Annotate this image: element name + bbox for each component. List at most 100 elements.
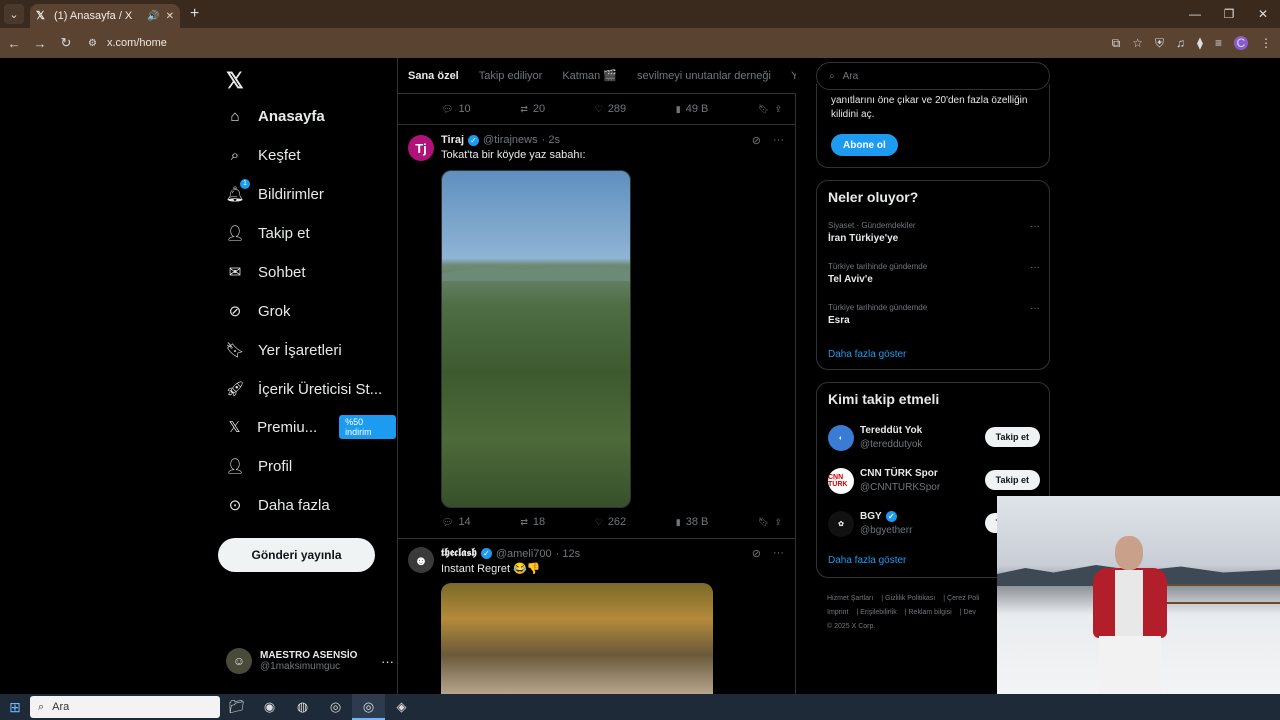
trend-more-icon[interactable]: ··· [1030, 303, 1040, 314]
site-info-icon[interactable]: ⚙ [88, 38, 97, 49]
share-icon[interactable]: ⇪ [774, 517, 782, 528]
minimize-icon[interactable]: — [1178, 0, 1212, 28]
bookmark-star-icon[interactable]: ☆ [1132, 36, 1143, 50]
extensions-puzzle-icon[interactable]: ⧫ [1197, 36, 1203, 50]
more-icon[interactable]: ··· [773, 134, 784, 147]
nav-item-notifications[interactable]: 🔔︎ 1 Bildirimler [225, 179, 324, 207]
install-app-icon[interactable]: ⧉ [1112, 36, 1121, 51]
tweet[interactable]: ☻ 𝖙𝖍𝖊𝖈𝖑𝖆𝖘𝖍 ✓ @ameli700 · 12s ⊘ ··· Insta… [398, 538, 796, 694]
footer-link[interactable]: Dev [963, 609, 975, 616]
chrome-active-icon[interactable]: ◎ [352, 694, 385, 720]
tab-close-icon[interactable]: ✕ [166, 11, 174, 22]
footer-link[interactable]: Çerez Poli [947, 595, 979, 602]
footer-link[interactable]: Gizlilik Politikası [885, 595, 935, 602]
tab-list-katman[interactable]: Katman 🎬 [562, 69, 617, 82]
grok-icon[interactable]: ⊘ [752, 134, 761, 147]
chrome-icon[interactable]: ◎ [319, 694, 352, 720]
browser-menu-icon[interactable]: ⋮ [1260, 36, 1272, 50]
address-bar[interactable]: ⚙ x.com/home [80, 31, 1200, 55]
window-close-icon[interactable]: ✕ [1246, 0, 1280, 28]
grok-icon[interactable]: ⊘ [752, 547, 761, 560]
views-button[interactable]: ▮ 38 B [676, 516, 709, 528]
tweet[interactable]: Tj Tiraj ✓ @tirajnews · 2s ⊘ ··· Tokat't… [398, 124, 796, 538]
nav-item-more[interactable]: ⊙ Daha fazla [226, 492, 330, 518]
tweet-author-name[interactable]: 𝖙𝖍𝖊𝖈𝖑𝖆𝖘𝖍 [441, 547, 477, 560]
follow-suggestion[interactable]: ◐ Tereddüt Yok @tereddutyok Takip et [828, 423, 1040, 453]
tab-search-button[interactable]: ⌄ [4, 4, 24, 24]
tweet-video[interactable] [441, 170, 631, 508]
extension-audio-icon[interactable]: ♫ [1176, 36, 1185, 50]
suggestion-avatar: CNN TÜRK [828, 468, 854, 494]
nav-item-messages[interactable]: ✉ Sohbet [226, 259, 306, 285]
nav-item-bookmarks[interactable]: 🔖︎ Yer İşaretleri [225, 337, 341, 363]
nav-item-explore[interactable]: ⌕ Keşfet [226, 142, 301, 168]
repost-button[interactable]: ⇄ 20 [520, 103, 545, 115]
bookmark-icon[interactable]: 🔖︎ [758, 517, 769, 528]
views-button[interactable]: ▮ 49 B [676, 103, 709, 115]
file-explorer-icon[interactable]: 📁︎ [220, 694, 253, 720]
follow-button[interactable]: Takip et [984, 470, 1040, 490]
reply-button[interactable]: 💬︎ 14 [442, 516, 471, 528]
trend-item[interactable]: Türkiye tarihinde gündemde Tel Aviv'e ··… [828, 262, 1040, 285]
new-tab-icon[interactable]: + [190, 5, 199, 23]
account-more-icon[interactable]: ··· [381, 654, 394, 669]
follow-button[interactable]: Takip et [984, 427, 1040, 447]
tweet-avatar[interactable]: Tj [408, 135, 434, 161]
follow-suggestion[interactable]: CNN TÜRK CNN TÜRK Spor @CNNTURKSpor Taki… [828, 466, 1040, 496]
trend-more-icon[interactable]: ··· [1030, 262, 1040, 273]
back-icon[interactable]: ← [2, 36, 26, 51]
tab-list-more[interactable]: Ya [791, 70, 796, 82]
media-queue-icon[interactable]: ≡ [1215, 36, 1222, 50]
who-show-more[interactable]: Daha fazla göster [828, 555, 906, 566]
subscribe-button[interactable]: Abone ol [831, 134, 898, 156]
nav-item-grok[interactable]: ⊘ Grok [226, 298, 291, 324]
tweet-avatar[interactable]: ☻ [408, 547, 434, 573]
more-icon[interactable]: ··· [773, 547, 784, 560]
browser-tab[interactable]: 𝕏 (1) Anasayfa / X 🔊 ✕ [30, 4, 180, 28]
tweet-author-handle[interactable]: @ameli700 [496, 548, 552, 560]
tweet-time[interactable]: · 2s [542, 134, 560, 146]
repost-button[interactable]: ⇄ 18 [520, 516, 545, 528]
trend-item[interactable]: Türkiye tarihinde gündemde Esra ··· [828, 303, 1040, 326]
trend-item[interactable]: Siyaset · Gündemdekiler İran Türkiye'ye … [828, 221, 1040, 244]
nav-item-profile[interactable]: 👤︎ Profil [225, 453, 292, 479]
footer-link[interactable]: Reklam bilgisi [909, 609, 952, 616]
footer-link[interactable]: Imprint [827, 609, 848, 616]
like-button[interactable]: ♡ 262 [595, 516, 626, 528]
nav-label: Sohbet [258, 263, 306, 281]
extension-shield-icon[interactable]: ⛨ [1155, 36, 1164, 51]
like-button[interactable]: ♡ 289 [595, 103, 626, 115]
obs-icon[interactable]: ◉ [253, 694, 286, 720]
footer-link[interactable]: Hizmet Şartları [827, 595, 873, 602]
restore-icon[interactable]: ❐ [1212, 0, 1246, 28]
footer-link[interactable]: Erişilebilirlik [860, 609, 897, 616]
tab-list-sevilmeyi[interactable]: sevilmeyi unutanlar derneği [637, 70, 771, 82]
reply-button[interactable]: 💬︎ 10 [442, 103, 471, 115]
nav-item-follow[interactable]: 👤︎ Takip et [225, 220, 309, 246]
trends-show-more[interactable]: Daha fazla göster [828, 349, 906, 360]
tweet-video[interactable] [441, 583, 713, 694]
account-switcher[interactable]: ☺ MAESTRO ASENSİO @1maksimumguc ··· [226, 648, 394, 674]
profile-avatar[interactable]: C [1234, 36, 1248, 50]
post-button[interactable]: Gönderi yayınla [218, 538, 375, 572]
bookmark-icon[interactable]: 🔖︎ [758, 104, 769, 115]
forward-icon[interactable]: → [28, 36, 52, 51]
tweet-time[interactable]: · 12s [556, 548, 580, 560]
trend-more-icon[interactable]: ··· [1030, 221, 1040, 232]
edge-icon[interactable]: ◍ [286, 694, 319, 720]
taskbar-search[interactable]: ⌕ Ara [30, 696, 220, 718]
windows-start-icon[interactable]: ⊞ [0, 699, 30, 716]
tab-for-you[interactable]: Sana özel [408, 70, 459, 82]
x-logo-icon[interactable]: 𝕏 [226, 68, 244, 94]
tweet-author-handle[interactable]: @tirajnews [483, 134, 538, 146]
nav-item-premium[interactable]: 𝕏 Premiu... %50 indirim [226, 414, 396, 440]
tweet-author-name[interactable]: Tiraj [441, 134, 464, 146]
audio-icon[interactable]: 🔊 [147, 11, 159, 22]
discord-icon[interactable]: ◈ [385, 694, 418, 720]
tab-following[interactable]: Takip ediliyor [479, 70, 543, 82]
share-icon[interactable]: ⇪ [774, 104, 782, 115]
nav-item-home[interactable]: ⌂ Anasayfa [226, 103, 324, 129]
reload-icon[interactable]: ↻ [54, 35, 78, 51]
follow-icon: 👤︎ [225, 225, 245, 242]
nav-item-creator-studio[interactable]: 🚀︎ İçerik Üreticisi St... [225, 376, 382, 402]
